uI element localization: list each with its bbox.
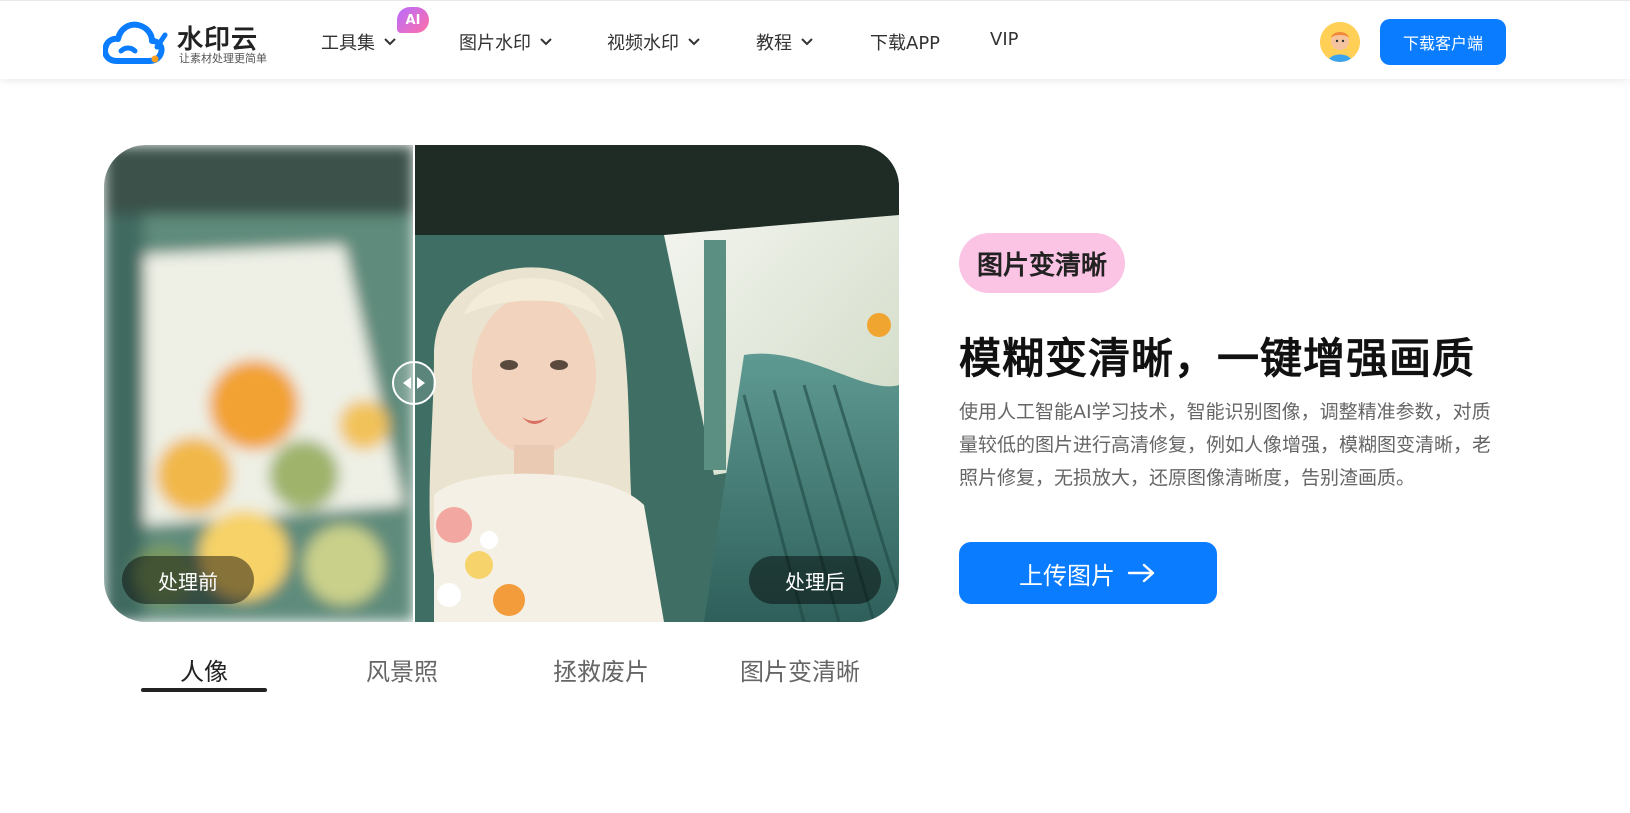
tab-landscape[interactable]: 风景照: [366, 652, 438, 687]
download-client-button[interactable]: 下载客户端: [1380, 19, 1506, 65]
feature-headline: 模糊变清晰，一键增强画质: [959, 334, 1476, 383]
feature-tag: 图片变清晰: [959, 233, 1126, 293]
upload-button-label: 上传图片: [1019, 561, 1115, 590]
nav-vip-label: VIP: [990, 29, 1019, 50]
compare-slider-handle[interactable]: [392, 361, 436, 405]
left-right-arrows-icon: [403, 377, 425, 389]
sample-photo: [104, 145, 899, 622]
tab-rescue-photos[interactable]: 拯救废片: [553, 652, 649, 687]
tab-image-sharpen[interactable]: 图片变清晰: [740, 652, 860, 687]
logo[interactable]: 水印云 让素材处理更简单: [103, 17, 273, 67]
nav-tools[interactable]: 工具集: [321, 29, 397, 55]
after-label: 处理后: [749, 556, 881, 604]
user-avatar[interactable]: [1320, 22, 1360, 62]
nav-tutorial[interactable]: 教程: [756, 29, 814, 55]
nav-download-app[interactable]: 下载APP: [870, 29, 940, 55]
top-navbar: 水印云 让素材处理更简单 工具集 AI 图片水印 视频水印 教程 下载APP V…: [0, 0, 1630, 79]
chevron-down-icon: [540, 38, 552, 46]
logo-slogan: 让素材处理更简单: [179, 52, 267, 65]
cloud-logo-icon: [103, 21, 168, 64]
before-label: 处理前: [122, 556, 254, 604]
nav-download-app-label: 下载APP: [870, 33, 941, 54]
nav-video-watermark-label: 视频水印: [607, 33, 679, 54]
ai-badge: AI: [397, 7, 429, 33]
before-after-compare-image[interactable]: 处理前 处理后: [104, 145, 899, 622]
chevron-down-icon: [801, 38, 813, 46]
nav-tools-label: 工具集: [321, 33, 375, 54]
nav-image-watermark[interactable]: 图片水印: [459, 29, 553, 55]
arrow-right-icon: [1127, 563, 1155, 583]
active-tab-underline: [141, 688, 267, 692]
chevron-down-icon: [688, 38, 700, 46]
nav-video-watermark[interactable]: 视频水印: [607, 29, 701, 55]
upload-image-button[interactable]: 上传图片: [959, 542, 1217, 604]
nav-tutorial-label: 教程: [756, 33, 792, 54]
chevron-down-icon: [384, 38, 396, 46]
tab-portrait[interactable]: 人像: [180, 652, 228, 687]
avatar-icon: [1320, 22, 1360, 62]
nav-vip[interactable]: VIP: [990, 29, 1018, 50]
feature-description: 使用人工智能AI学习技术，智能识别图像，调整精准参数，对质量较低的图片进行高清修…: [959, 401, 1492, 489]
nav-image-watermark-label: 图片水印: [459, 33, 531, 54]
